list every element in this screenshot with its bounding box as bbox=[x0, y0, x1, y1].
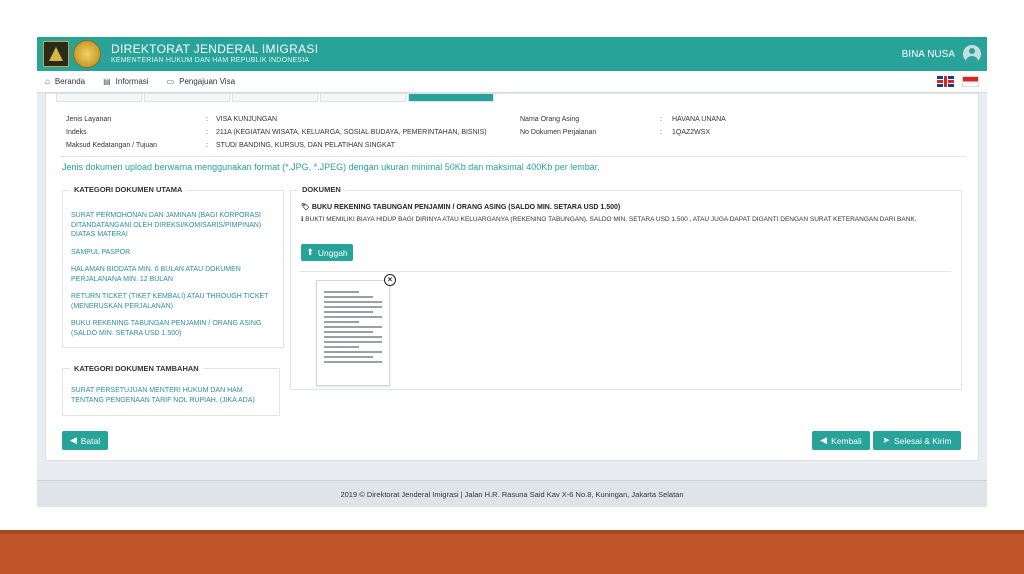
batal-label: Batal bbox=[80, 435, 101, 446]
back-circle-icon: ◀ bbox=[69, 435, 77, 445]
user-avatar-icon[interactable] bbox=[963, 45, 981, 63]
brand-title: DIREKTORAT JENDERAL IMIGRASI bbox=[111, 42, 319, 56]
kategori-link[interactable]: RETURN TICKET (TIKET KEMBALI) ATAU THROU… bbox=[71, 292, 276, 311]
info-row: No Dokumen Perjalanan: 1QAZ2WSX bbox=[520, 126, 726, 139]
info-key: Jenis Layanan bbox=[66, 116, 112, 123]
info-value: HAVANA UNANA bbox=[672, 116, 726, 123]
book-icon: ▤ bbox=[103, 77, 111, 86]
nav-label: Pengajuan Visa bbox=[179, 77, 236, 86]
step-tab[interactable] bbox=[144, 94, 230, 102]
english-flag-icon[interactable] bbox=[937, 76, 954, 87]
dokumen-title: DOKUMEN bbox=[298, 185, 345, 194]
info-row: Jenis Layanan: VISA KUNJUNGAN bbox=[66, 113, 516, 126]
kembali-label: Kembali bbox=[831, 435, 862, 446]
footer: 2019 © Direktorat Jenderal Imigrasi | Ja… bbox=[37, 480, 987, 507]
send-icon: ➤ bbox=[882, 435, 890, 445]
selesai-label: Selesai & Kirim bbox=[893, 435, 952, 446]
brand-subtitle: KEMENTERIAN HUKUM DAN HAM REPUBLIK INDON… bbox=[111, 57, 310, 64]
kategori-link[interactable]: HALAMAN BIODATA MIN. 6 BULAN ATAU DOKUME… bbox=[71, 265, 276, 284]
kategori-tambahan-list: SURAT PERSETUJUAN MENTERI HUKUM DAN HAM … bbox=[71, 386, 266, 413]
info-icon: ℹ bbox=[301, 216, 304, 223]
ministry-logo bbox=[43, 41, 69, 67]
top-header: DIREKTORAT JENDERAL IMIGRASI KEMENTERIAN… bbox=[37, 37, 987, 71]
id-card-icon: ▭ bbox=[166, 77, 175, 86]
upload-note: Jenis dokumen upload berwarna menggunaka… bbox=[62, 162, 600, 172]
kembali-button[interactable]: ◀ Kembali bbox=[812, 431, 870, 450]
nav-label: Informasi bbox=[115, 77, 149, 86]
language-switcher bbox=[937, 76, 979, 87]
nav-item-beranda[interactable]: ⌂ Beranda bbox=[45, 77, 85, 86]
nav-item-informasi[interactable]: ▤ Informasi bbox=[103, 77, 148, 86]
dokumen-info: 🏷 BUKU REKENING TABUNGAN PENJAMIN / ORAN… bbox=[301, 203, 941, 225]
app-window: DIREKTORAT JENDERAL IMIGRASI KEMENTERIAN… bbox=[37, 37, 987, 507]
kategori-tambahan-panel: SURAT PERSETUJUAN MENTERI HUKUM DAN HAM … bbox=[62, 368, 280, 416]
unggah-button[interactable]: ⬆ Unggah bbox=[301, 244, 353, 261]
step-tab[interactable] bbox=[232, 94, 318, 102]
kategori-utama-list: SURAT PERMOHONAN DAN JAMINAN (BAGI KORPO… bbox=[71, 211, 276, 346]
dokumen-heading: 🏷 BUKU REKENING TABUNGAN PENJAMIN / ORAN… bbox=[301, 203, 941, 211]
dokumen-panel: 🏷 BUKU REKENING TABUNGAN PENJAMIN / ORAN… bbox=[290, 190, 962, 390]
kategori-link[interactable]: SAMPUL PASPOR bbox=[71, 248, 276, 258]
info-value: 211A (KEGIATAN WISATA, KELUARGA, SOSIAL … bbox=[216, 129, 487, 136]
brand: DIREKTORAT JENDERAL IMIGRASI KEMENTERIAN… bbox=[111, 42, 318, 66]
info-row: Nama Orang Asing: HAVANA UNANA bbox=[520, 113, 726, 126]
kategori-link[interactable]: SURAT PERSETUJUAN MENTERI HUKUM DAN HAM … bbox=[71, 386, 266, 405]
kategori-tambahan-title: KATEGORI DOKUMEN TAMBAHAN bbox=[70, 364, 203, 373]
home-icon: ⌂ bbox=[45, 77, 50, 86]
kategori-utama-panel: SURAT PERMOHONAN DAN JAMINAN (BAGI KORPO… bbox=[62, 190, 284, 348]
info-value: 1QAZ2WSX bbox=[672, 129, 711, 136]
back-circle-icon: ◀ bbox=[820, 435, 828, 445]
dokumen-description-text: BUKTI MEMILIKI BIAYA HIDUP BAGI DIRINYA … bbox=[305, 216, 917, 223]
kategori-link[interactable]: BUKU REKENING TABUNGAN PENJAMIN / ORANG … bbox=[71, 319, 276, 338]
applicant-info-right: Nama Orang Asing: HAVANA UNANA No Dokume… bbox=[520, 113, 726, 139]
nav-item-pengajuan-visa[interactable]: ▭ Pengajuan Visa bbox=[167, 77, 235, 86]
batal-button[interactable]: ◀ Batal bbox=[62, 431, 108, 450]
step-tabs bbox=[56, 94, 496, 102]
dokumen-heading-text: BUKU REKENING TABUNGAN PENJAMIN / ORANG … bbox=[311, 204, 621, 211]
applicant-info-left: Jenis Layanan: VISA KUNJUNGAN Indeks: 21… bbox=[66, 113, 516, 152]
divider bbox=[60, 156, 966, 157]
main-card: Jenis Layanan: VISA KUNJUNGAN Indeks: 21… bbox=[45, 93, 979, 461]
info-row: Indeks: 211A (KEGIATAN WISATA, KELUARGA,… bbox=[66, 126, 516, 139]
info-key: Indeks bbox=[66, 129, 87, 136]
indonesia-flag-icon[interactable] bbox=[962, 76, 979, 87]
step-tab[interactable] bbox=[56, 94, 142, 102]
info-row: Maksud Kedatangan / Tujuan: STUDI BANDIN… bbox=[66, 139, 516, 152]
step-tab-active[interactable] bbox=[408, 94, 494, 102]
presentation-slide: DIREKTORAT JENDERAL IMIGRASI KEMENTERIAN… bbox=[0, 0, 1024, 574]
step-tab[interactable] bbox=[320, 94, 406, 102]
kategori-utama-title: KATEGORI DOKUMEN UTAMA bbox=[70, 185, 187, 194]
unggah-label: Unggah bbox=[317, 247, 348, 258]
dokumen-description: ℹ BUKTI MEMILIKI BIAYA HIDUP BAGI DIRINY… bbox=[301, 215, 941, 225]
document-thumbnail[interactable] bbox=[316, 280, 390, 386]
info-key: No Dokumen Perjalanan bbox=[520, 129, 597, 136]
info-value: STUDI BANDING, KURSUS, DAN PELATIHAN SIN… bbox=[216, 142, 396, 149]
imigrasi-logo bbox=[73, 40, 101, 68]
selesai-kirim-button[interactable]: ➤ Selesai & Kirim bbox=[873, 431, 961, 450]
user-name[interactable]: BINA NUSA bbox=[902, 49, 955, 60]
kategori-link[interactable]: SURAT PERMOHONAN DAN JAMINAN (BAGI KORPO… bbox=[71, 211, 276, 240]
info-key: Maksud Kedatangan / Tujuan bbox=[66, 142, 158, 149]
upload-icon: ⬆ bbox=[306, 247, 314, 257]
info-key: Nama Orang Asing bbox=[520, 116, 580, 123]
tag-icon: 🏷 bbox=[301, 204, 310, 211]
dokumen-divider bbox=[299, 271, 951, 272]
navbar: ⌂ Beranda ▤ Informasi ▭ Pengajuan Visa bbox=[37, 71, 987, 93]
remove-document-icon[interactable]: × bbox=[384, 274, 396, 286]
nav-label: Beranda bbox=[54, 77, 86, 86]
info-value: VISA KUNJUNGAN bbox=[216, 116, 278, 123]
slide-bottom-band bbox=[0, 530, 1024, 574]
